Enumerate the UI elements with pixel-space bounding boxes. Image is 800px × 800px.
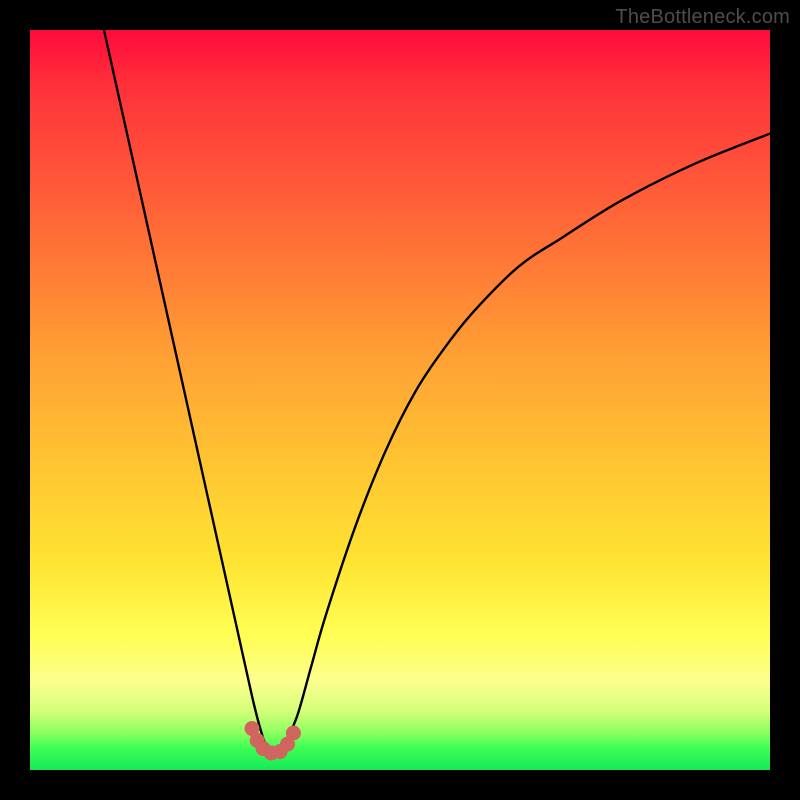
curve-svg: [30, 30, 770, 770]
bottom-u-markers: [245, 721, 301, 760]
marker-dot: [286, 726, 301, 741]
bottleneck-curve: [104, 30, 770, 755]
watermark-text: TheBottleneck.com: [615, 6, 790, 29]
plot-area: [30, 30, 770, 770]
chart-frame: TheBottleneck.com: [0, 0, 800, 800]
